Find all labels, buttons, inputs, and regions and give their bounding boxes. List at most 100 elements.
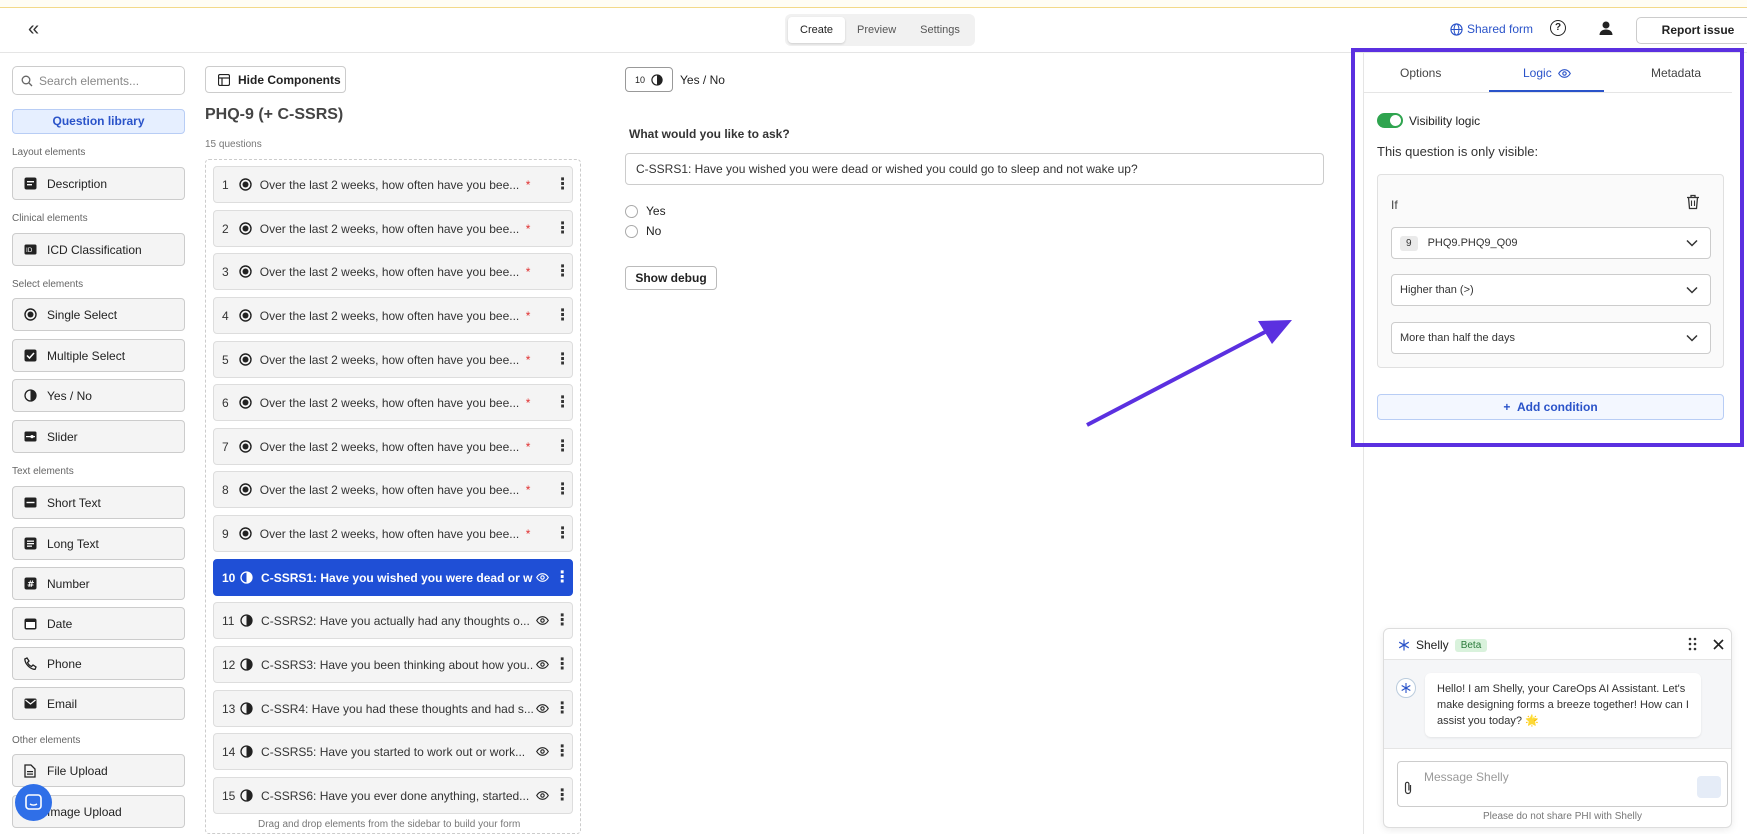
sidebar-item-date[interactable]: Date bbox=[12, 607, 185, 640]
snowflake-icon bbox=[1398, 639, 1410, 651]
option-label: No bbox=[646, 224, 662, 238]
report-issue-button[interactable]: Report issue bbox=[1636, 17, 1747, 44]
question-text: Over the last 2 weeks, how often have yo… bbox=[259, 395, 520, 410]
more-options-icon[interactable]: ⋮ bbox=[553, 569, 572, 585]
sidebar-item-label: Short Text bbox=[47, 495, 101, 510]
tab-preview[interactable]: Preview bbox=[845, 17, 908, 43]
question-library-button[interactable]: Question library bbox=[12, 109, 185, 134]
more-options-icon[interactable]: ⋮ bbox=[553, 307, 572, 323]
collapse-sidebar-icon[interactable]: « bbox=[28, 18, 39, 41]
question-number: 9 bbox=[222, 526, 229, 541]
sidebar-item-multiple-select[interactable]: Multiple Select bbox=[12, 339, 185, 372]
question-number: 12 bbox=[222, 657, 236, 672]
send-button[interactable] bbox=[1697, 776, 1721, 798]
question-row[interactable]: 13 C-SSR4: Have you had these thoughts an… bbox=[213, 690, 573, 727]
question-row[interactable]: 6 Over the last 2 weeks, how often have y… bbox=[213, 384, 573, 421]
sidebar-item-number[interactable]: # Number bbox=[12, 567, 185, 600]
question-row[interactable]: 14 C-SSRS5: Have you started to work out … bbox=[213, 733, 573, 770]
chat-icon bbox=[25, 794, 42, 810]
ask-label: What would you like to ask? bbox=[629, 127, 790, 141]
more-options-icon[interactable]: ⋮ bbox=[553, 263, 572, 279]
more-options-icon[interactable]: ⋮ bbox=[553, 656, 572, 672]
top-banner-line bbox=[0, 0, 1747, 8]
radio-icon bbox=[237, 265, 254, 278]
more-options-icon[interactable]: ⋮ bbox=[553, 220, 572, 236]
eye-icon[interactable] bbox=[533, 616, 552, 625]
section-clinical-elements: Clinical elements bbox=[12, 213, 88, 224]
question-row[interactable]: 12 C-SSRS3: Have you been thinking about … bbox=[213, 646, 573, 683]
svg-text:ID: ID bbox=[26, 247, 33, 254]
sidebar-item-yes-no[interactable]: Yes / No bbox=[12, 379, 185, 412]
sidebar-item-short-text[interactable]: Short Text bbox=[12, 486, 185, 519]
question-text: C-SSRS6: Have you ever done anything, st… bbox=[261, 788, 530, 803]
sidebar-item-single-select[interactable]: Single Select bbox=[12, 298, 185, 331]
sidebar-item-slider[interactable]: Slider bbox=[12, 420, 185, 453]
question-row[interactable]: 1 Over the last 2 weeks, how often have y… bbox=[213, 166, 573, 203]
more-options-icon[interactable]: ⋮ bbox=[553, 612, 572, 628]
shared-form-link[interactable]: Shared form bbox=[1450, 22, 1533, 36]
sidebar-item-email[interactable]: Email bbox=[12, 687, 185, 720]
sidebar-item-icd-classification[interactable]: ID ICD Classification bbox=[12, 233, 185, 266]
more-options-icon[interactable]: ⋮ bbox=[553, 394, 572, 410]
question-row[interactable]: 5 Over the last 2 weeks, how often have y… bbox=[213, 341, 573, 378]
sidebar-item-label: Image Upload bbox=[47, 804, 122, 819]
question-row[interactable]: 4 Over the last 2 weeks, how often have y… bbox=[213, 297, 573, 334]
paperclip-icon[interactable] bbox=[1403, 781, 1413, 795]
globe-icon bbox=[1450, 22, 1463, 36]
sidebar-item-long-text[interactable]: Long Text bbox=[12, 527, 185, 560]
tab-settings[interactable]: Settings bbox=[908, 17, 972, 43]
question-row[interactable]: 11 C-SSRS2: Have you actually had any tho… bbox=[213, 602, 573, 639]
more-options-icon[interactable]: ⋮ bbox=[553, 438, 572, 454]
question-text-input[interactable]: C-SSRS1: Have you wished you were dead o… bbox=[625, 153, 1324, 185]
question-row[interactable]: 10 C-SSRS1: Have you wished you were dead… bbox=[213, 559, 573, 596]
question-row[interactable]: 7 Over the last 2 weeks, how often have y… bbox=[213, 428, 573, 465]
more-options-icon[interactable]: ⋮ bbox=[553, 700, 572, 716]
question-text: C-SSRS1: Have you wished you were dead o… bbox=[261, 570, 534, 585]
option-yes[interactable]: Yes bbox=[625, 204, 666, 218]
more-options-icon[interactable]: ⋮ bbox=[553, 176, 572, 192]
eye-icon[interactable] bbox=[533, 704, 552, 713]
sidebar-item-file-upload[interactable]: File Upload bbox=[12, 754, 185, 787]
question-text: Over the last 2 weeks, how often have yo… bbox=[259, 177, 520, 192]
more-options-icon[interactable]: ⋮ bbox=[553, 787, 572, 803]
annotation-arrow bbox=[1086, 320, 1292, 427]
question-number: 3 bbox=[222, 264, 229, 279]
phone-icon bbox=[23, 657, 37, 671]
more-options-icon[interactable]: ⋮ bbox=[553, 525, 572, 541]
question-row[interactable]: 3 Over the last 2 weeks, how often have y… bbox=[213, 253, 573, 290]
section-select-elements: Select elements bbox=[12, 279, 84, 290]
question-row[interactable]: 8 Over the last 2 weeks, how often have y… bbox=[213, 471, 573, 508]
question-row[interactable]: 2 Over the last 2 weeks, how often have y… bbox=[213, 210, 573, 247]
required-marker: * bbox=[525, 439, 531, 454]
question-row[interactable]: 15 C-SSRS6: Have you ever done anything, … bbox=[213, 777, 573, 814]
option-no[interactable]: No bbox=[625, 224, 661, 238]
eye-icon[interactable] bbox=[533, 791, 552, 800]
hide-components-button[interactable]: Hide Components bbox=[205, 66, 346, 93]
sidebar-item-phone[interactable]: Phone bbox=[12, 647, 185, 680]
user-icon[interactable] bbox=[1598, 20, 1614, 36]
layout-icon bbox=[218, 73, 230, 86]
chat-message-input[interactable]: Message Shelly bbox=[1397, 761, 1728, 807]
question-number: 8 bbox=[222, 482, 229, 497]
eye-icon[interactable] bbox=[533, 573, 552, 582]
tab-create[interactable]: Create bbox=[788, 17, 846, 43]
more-options-icon[interactable]: ⋮ bbox=[553, 743, 572, 759]
drag-handle-icon[interactable] bbox=[1688, 637, 1697, 651]
more-options-icon[interactable]: ⋮ bbox=[553, 481, 572, 497]
sidebar-item-description[interactable]: Description bbox=[12, 167, 185, 200]
close-icon[interactable] bbox=[1713, 639, 1724, 650]
search-elements-input[interactable]: Search elements... bbox=[12, 66, 185, 95]
file-icon bbox=[23, 763, 37, 778]
eye-icon[interactable] bbox=[533, 660, 552, 669]
chat-header: Shelly Beta bbox=[1398, 638, 1488, 652]
sidebar-item-label: File Upload bbox=[47, 763, 108, 778]
more-options-icon[interactable]: ⋮ bbox=[553, 351, 572, 367]
eye-icon[interactable] bbox=[533, 747, 552, 756]
hide-components-label: Hide Components bbox=[238, 72, 341, 87]
help-icon[interactable]: ? bbox=[1550, 20, 1566, 36]
beta-badge: Beta bbox=[1454, 638, 1488, 652]
question-row[interactable]: 9 Over the last 2 weeks, how often have y… bbox=[213, 515, 573, 552]
support-chat-launcher[interactable] bbox=[15, 784, 52, 821]
show-debug-button[interactable]: Show debug bbox=[625, 266, 717, 290]
annotation-highlight-box bbox=[1351, 48, 1744, 447]
